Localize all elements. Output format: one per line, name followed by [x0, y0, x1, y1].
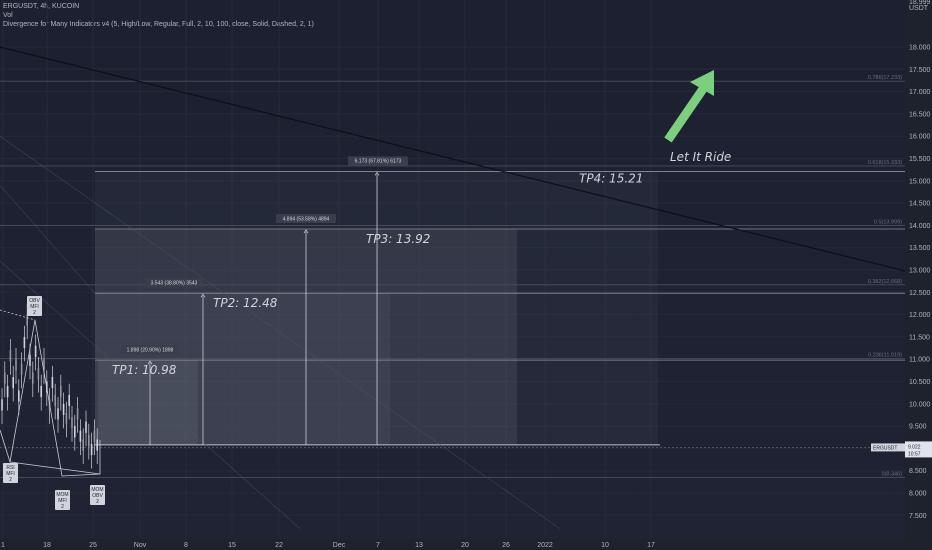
time-tick-label: 15 — [228, 542, 236, 549]
candle-body — [68, 394, 70, 407]
time-tick-label: 25 — [89, 542, 97, 549]
candle-body — [60, 385, 62, 398]
candle-body — [90, 443, 93, 456]
time-tick-label: 7 — [376, 542, 380, 549]
fib-label: 0.236(11.019) — [868, 352, 902, 358]
divergence-tag-text: 2 — [9, 477, 12, 483]
candle-body — [79, 430, 82, 442]
candle-body — [76, 408, 79, 420]
measure-label: 4.894 (53.58%) 4894 — [283, 216, 330, 222]
candle-body — [15, 359, 17, 371]
candle-body — [82, 439, 84, 451]
price-tick-label: 12.500 — [909, 290, 931, 297]
price-tick-label: 17.000 — [909, 89, 931, 96]
time-tick-label: 2022 — [537, 542, 553, 549]
candle-body — [57, 408, 59, 420]
candle-body — [20, 363, 23, 375]
time-tick-label: 1 — [1, 542, 5, 549]
price-tick-label: 12.000 — [909, 312, 931, 319]
candle-body — [71, 417, 73, 429]
candle-body — [88, 435, 90, 447]
fib-label: 0.618(15.333) — [868, 160, 902, 166]
price-tick-label: 11.500 — [909, 334, 930, 341]
candle-body — [40, 385, 42, 398]
candle-body — [37, 368, 40, 380]
let-it-ride-label: Let It Ride — [670, 150, 731, 164]
time-tick-label: 8 — [184, 542, 188, 549]
tp-label-2: TP2: 12.48 — [213, 296, 278, 310]
time-tick-label: Nov — [134, 542, 147, 549]
candle-body — [4, 372, 6, 384]
candle-body — [62, 403, 65, 415]
chart-window: ERGUSDT, 4h, KUCOIN Vol Divergence for M… — [0, 0, 932, 550]
price-tick-label: 13.000 — [909, 268, 931, 275]
time-tick-label: 17 — [647, 542, 655, 549]
candle-body — [96, 439, 98, 451]
price-tag-time: 10:57 — [908, 451, 921, 457]
arrow-shaft — [664, 83, 709, 143]
price-tick-label: 11.000 — [909, 357, 930, 364]
price-tick-label: 10.500 — [909, 379, 931, 386]
price-tick-label: 17.500 — [909, 67, 931, 74]
tp-label-1: TP1: 10.98 — [112, 363, 177, 377]
let-it-ride-arrow — [664, 70, 714, 143]
time-tick-label: Dec — [333, 542, 346, 549]
fib-label: 0.786(17.233) — [868, 75, 902, 81]
candle-body — [9, 350, 12, 362]
price-tick-label: 7.500 — [909, 513, 927, 520]
time-tick-label: 22 — [275, 542, 283, 549]
fib-label: 0.382(12.668) — [868, 279, 902, 285]
candle-body — [85, 421, 87, 433]
trendline-4 — [0, 184, 99, 298]
candle-body — [18, 390, 20, 402]
tp-label-3: TP3: 13.92 — [366, 232, 430, 246]
candle-body — [6, 385, 9, 398]
measure-label: 1.898 (20.90%) 1898 — [127, 347, 174, 353]
fib-label: 0(8.346) — [882, 472, 903, 478]
candle-body — [32, 372, 34, 384]
candles — [1, 303, 98, 469]
time-tick-label: 10 — [601, 542, 609, 549]
candle-body — [26, 314, 28, 326]
candle-body — [74, 426, 76, 438]
candle-body — [1, 399, 3, 411]
measure-label: 3.543 (38.80%) 3543 — [151, 280, 198, 286]
price-tick-label: 15.500 — [909, 156, 931, 163]
price-tag-symbol: ERGUSDT — [873, 446, 897, 452]
candle-body — [54, 394, 56, 407]
price-tick-label: 8.500 — [909, 468, 927, 475]
price-tick-label: 14.000 — [909, 223, 931, 230]
time-tick-label: 20 — [461, 542, 469, 549]
price-tick-label: 10.000 — [909, 401, 931, 408]
price-tick-label: 13.500 — [909, 245, 931, 252]
candle-body — [65, 412, 68, 424]
candle-body — [93, 430, 96, 442]
time-tick-label: 13 — [415, 542, 423, 549]
price-tick-label: 18.000 — [909, 45, 931, 52]
price-tick-label: 14.500 — [909, 201, 931, 208]
price-tick-label: 15.000 — [909, 178, 931, 185]
candle-body — [34, 345, 37, 357]
candle-body — [23, 336, 26, 349]
candle-body — [12, 377, 14, 389]
divergence-tag-text: 2 — [61, 504, 64, 510]
time-tick-label: 18 — [43, 542, 51, 549]
tp-label-4: TP4: 15.21 — [579, 171, 643, 185]
time-tick-label: 26 — [502, 542, 510, 549]
price-tag-value: 9.022 — [908, 444, 921, 450]
price-chart[interactable]: 0.786(17.233) 0.618(15.333) 0.5(13.999) 0.3… — [0, 0, 932, 550]
candle-body — [29, 354, 31, 366]
divergence-tag-text: 2 — [33, 310, 36, 316]
price-axis-unit: USDT — [909, 5, 929, 12]
price-tick-label: 16.000 — [909, 134, 931, 141]
divergence-tag-text: 2 — [96, 499, 99, 505]
price-tick-label: 8.000 — [909, 491, 927, 498]
fib-label: 0.5(13.999) — [874, 219, 902, 225]
measure-label: 6.173 (67.81%) 6173 — [355, 159, 402, 165]
price-tick-label: 16.500 — [909, 111, 931, 118]
price-tick-label: 9.500 — [909, 424, 927, 431]
candle-body — [51, 377, 54, 389]
